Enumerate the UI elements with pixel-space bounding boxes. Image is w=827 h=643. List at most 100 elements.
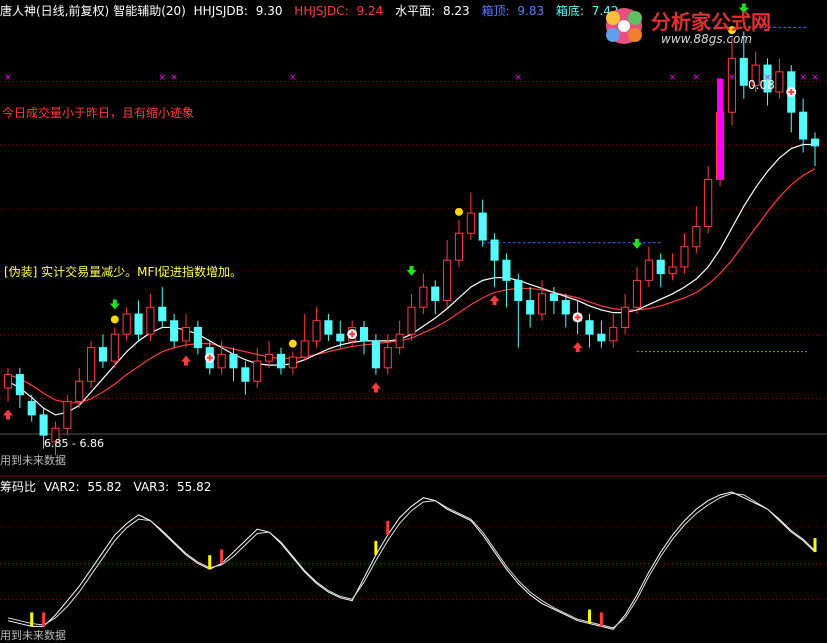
sub-chart-name: 筹码比 — [0, 480, 37, 494]
candle-body — [704, 178, 713, 228]
stock-name: 唐人神(日线,前复权) — [0, 4, 110, 18]
candle-body — [75, 380, 84, 402]
sell-arrow-icon — [631, 238, 642, 249]
magenta-marker: × — [811, 73, 819, 83]
range-label: 6.85 - 6.86 — [44, 437, 104, 450]
candle-body — [193, 326, 202, 349]
hhsjdb-value: 9.30 — [255, 4, 283, 18]
future-label-main: 用到未来数据 — [0, 454, 66, 467]
future-label-sub: 用到未来数据 — [0, 629, 66, 642]
candle-body — [680, 246, 689, 268]
buy-arrow-icon — [370, 382, 381, 393]
magenta-signal-bar — [717, 78, 724, 180]
candle-body — [110, 333, 119, 362]
candle-body — [549, 293, 558, 302]
candle-body — [431, 286, 440, 302]
candle-body — [395, 333, 404, 349]
candle-body — [336, 333, 345, 342]
candle-body — [537, 293, 547, 315]
indicator-name: 智能辅助(20) — [113, 4, 186, 18]
sell-arrow-icon — [109, 299, 120, 310]
buy-arrow-icon — [181, 355, 192, 366]
box-top-label: 箱顶: — [481, 4, 510, 18]
candle-body — [170, 320, 179, 342]
peak-dot — [288, 339, 297, 348]
var2-value: 55.82 — [87, 480, 122, 494]
flower-logo-icon — [606, 8, 642, 44]
candle-body — [383, 347, 392, 369]
candle-body — [158, 306, 167, 322]
candle-body — [300, 340, 309, 358]
sub-signal-bar — [30, 612, 34, 627]
box-top-value: 9.83 — [517, 4, 545, 18]
candle-body — [478, 212, 487, 241]
candle-body — [466, 212, 475, 234]
peak-dot — [110, 315, 119, 324]
candle-body — [98, 347, 108, 362]
candle-body — [181, 326, 191, 342]
candle-body — [265, 353, 274, 362]
candle-body — [810, 138, 820, 147]
candle-body — [371, 340, 380, 369]
candle-body — [312, 320, 321, 342]
magenta-marker: × — [693, 73, 701, 83]
mfi-note: [伪装] 实计交易量减少。MFI促进指数增加。 — [4, 265, 242, 279]
candle-body — [644, 259, 653, 281]
candle-body — [799, 111, 808, 140]
var2-label: VAR2: — [43, 480, 80, 494]
sub-signal-bar — [386, 520, 390, 535]
candle-body — [656, 259, 665, 275]
box-bottom-label: 箱底: — [555, 4, 584, 18]
magenta-marker: × — [515, 73, 523, 83]
level-label: 水平面: — [395, 4, 436, 18]
magenta-marker: × — [289, 73, 297, 83]
candle-body — [419, 286, 428, 308]
candle-body — [146, 306, 155, 335]
sub-signal-bar — [42, 612, 46, 627]
var2-line — [7, 491, 816, 630]
watermark-url: www.88gs.com — [661, 32, 753, 46]
candle-body — [359, 326, 369, 342]
volume-note: 今日成交量小于昨日，且有缩小迹象 — [2, 106, 195, 120]
candle-body — [324, 320, 333, 335]
candle-body — [39, 414, 48, 436]
magenta-marker: × — [669, 73, 677, 83]
magenta-marker: × — [4, 73, 12, 83]
watermark-name: 分析家公式网 — [651, 10, 771, 34]
candle-body — [490, 239, 499, 261]
candle-body — [217, 353, 226, 369]
candle-body — [514, 279, 523, 302]
candle-body — [502, 259, 511, 281]
candle-body — [585, 320, 594, 335]
candle-body — [443, 259, 452, 302]
sub-signal-bar — [220, 549, 224, 564]
chart-header: 唐人神(日线,前复权) 智能辅助(20) HHJSJDB: 9.30 HHJSJD… — [0, 2, 627, 19]
candle-body — [454, 232, 464, 261]
var3-line — [7, 492, 816, 629]
ma-red-line — [7, 168, 816, 404]
peak-dot — [454, 207, 463, 216]
candle-body — [241, 367, 250, 382]
sub-chart-header: 筹码比 VAR2: 55.82 VAR3: 55.82 — [0, 478, 219, 495]
candle-body — [87, 347, 96, 382]
hhsjdc-label: HHJSJDC: — [294, 4, 349, 18]
candle-body — [739, 57, 748, 86]
candle-body — [597, 333, 606, 342]
var3-label: VAR3: — [133, 480, 170, 494]
candle-body — [692, 226, 701, 248]
candle-body — [668, 266, 677, 275]
candle-body — [122, 313, 131, 335]
sub-signal-bar — [813, 538, 817, 553]
candle-body — [561, 300, 570, 315]
candle-body — [27, 400, 36, 416]
sub-signal-bar — [599, 612, 603, 627]
chart-canvas: × × × × × × × × × × × — [0, 3, 827, 630]
candle-body — [3, 374, 13, 389]
var3-value: 55.82 — [177, 480, 212, 494]
sub-signal-bar — [588, 609, 592, 624]
buy-arrow-icon — [572, 342, 583, 353]
candle-body — [63, 400, 72, 429]
candle-body — [276, 353, 286, 369]
high-label: 0.08 — [748, 78, 775, 92]
candle-body — [727, 57, 736, 113]
